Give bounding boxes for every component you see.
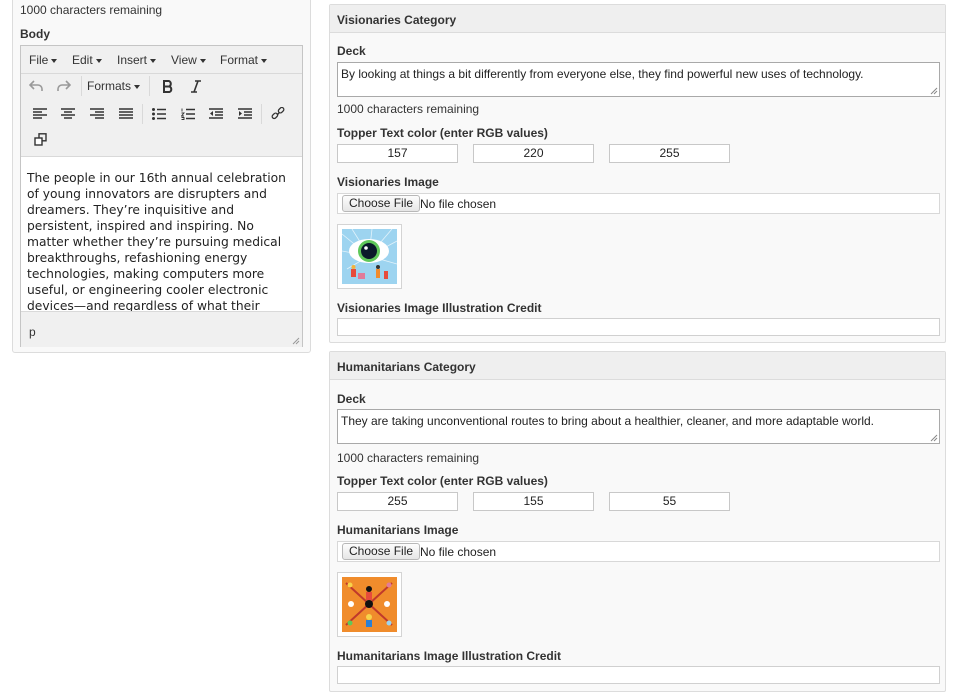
menu-view[interactable]: View	[171, 53, 206, 67]
numbered-list-button[interactable]	[177, 103, 199, 125]
italic-button[interactable]	[185, 75, 207, 97]
visionaries-color-label: Topper Text color (enter RGB values)	[337, 126, 548, 140]
redo-icon	[57, 80, 71, 91]
humanitarians-green-input[interactable]: 155	[473, 492, 594, 511]
humanitarians-panel: Humanitarians Category Deck They are tak…	[329, 351, 946, 692]
element-path[interactable]: p	[29, 325, 36, 339]
humanitarians-color-label: Topper Text color (enter RGB values)	[337, 474, 548, 488]
align-right-icon	[90, 108, 104, 119]
undo-button[interactable]	[25, 75, 47, 97]
undo-icon	[29, 80, 43, 91]
rich-text-editor: File Edit Insert View Format Formats The…	[20, 45, 303, 347]
humanitarians-header: Humanitarians Category	[330, 352, 945, 380]
chars-remaining-text: 1000 characters remaining	[20, 3, 163, 17]
visionaries-chars-remaining: 1000 characters remaining	[337, 102, 480, 116]
indent-button[interactable]	[234, 103, 256, 125]
people-illustration-icon	[342, 577, 397, 632]
humanitarians-file-input: Choose File No file chosen	[337, 541, 940, 562]
visionaries-red-input[interactable]: 157	[337, 144, 458, 163]
align-center-icon	[61, 108, 75, 119]
link-icon	[271, 107, 285, 120]
bullet-list-icon	[152, 108, 166, 120]
visionaries-file-input: Choose File No file chosen	[337, 193, 940, 214]
visionaries-image-thumbnail[interactable]	[337, 224, 402, 289]
menu-format[interactable]: Format	[220, 53, 268, 67]
align-center-button[interactable]	[57, 103, 79, 125]
visionaries-credit-input[interactable]	[337, 318, 940, 336]
humanitarians-title: Humanitarians Category	[337, 360, 476, 374]
visionaries-green-input[interactable]: 220	[473, 144, 594, 163]
resize-handle-icon[interactable]	[290, 335, 300, 345]
indent-icon	[238, 108, 252, 119]
visionaries-credit-label: Visionaries Image Illustration Credit	[337, 301, 542, 315]
textarea-resize-icon[interactable]	[930, 434, 938, 442]
fullscreen-button[interactable]	[29, 128, 51, 150]
visionaries-no-file-text: No file chosen	[420, 197, 497, 211]
align-right-button[interactable]	[86, 103, 108, 125]
humanitarians-image-label: Humanitarians Image	[337, 523, 459, 537]
menu-file[interactable]: File	[29, 53, 58, 67]
numbered-list-icon	[181, 108, 195, 120]
humanitarians-credit-input[interactable]	[337, 666, 940, 684]
visionaries-blue-input[interactable]: 255	[609, 144, 730, 163]
bullet-list-button[interactable]	[148, 103, 170, 125]
bold-icon	[163, 79, 173, 93]
visionaries-title: Visionaries Category	[337, 13, 457, 27]
outdent-button[interactable]	[205, 103, 227, 125]
eye-illustration-icon	[341, 228, 398, 284]
align-justify-icon	[119, 108, 133, 119]
humanitarians-no-file-text: No file chosen	[420, 545, 497, 559]
humanitarians-chars-remaining: 1000 characters remaining	[337, 451, 480, 465]
redo-button[interactable]	[53, 75, 75, 97]
visionaries-panel: Visionaries Category Deck By looking at …	[329, 4, 946, 343]
humanitarians-red-input[interactable]: 255	[337, 492, 458, 511]
humanitarians-credit-label: Humanitarians Image Illustration Credit	[337, 649, 562, 663]
body-text[interactable]: The people in our 16th annual celebratio…	[27, 170, 299, 311]
align-justify-button[interactable]	[115, 103, 137, 125]
humanitarians-deck-label: Deck	[337, 392, 366, 406]
visionaries-image-label: Visionaries Image	[337, 175, 439, 189]
humanitarians-blue-input[interactable]: 55	[609, 492, 730, 511]
editor-content-area[interactable]: The people in our 16th annual celebratio…	[21, 156, 302, 312]
menu-edit[interactable]: Edit	[72, 53, 102, 67]
align-left-button[interactable]	[29, 103, 51, 125]
body-label: Body	[20, 27, 50, 41]
textarea-resize-icon[interactable]	[930, 87, 938, 95]
visionaries-deck-label: Deck	[337, 44, 366, 58]
body-field-panel: 1000 characters remaining Body File Edit…	[12, 0, 311, 353]
bold-button[interactable]	[157, 75, 179, 97]
humanitarians-choose-file-button[interactable]: Choose File	[342, 543, 421, 560]
humanitarians-image-thumbnail[interactable]	[337, 572, 402, 637]
editor-menubar: File Edit Insert View Format	[21, 46, 302, 74]
formats-dropdown[interactable]: Formats	[87, 79, 141, 93]
editor-statusbar: p	[21, 313, 302, 347]
menu-insert[interactable]: Insert	[117, 53, 157, 67]
source-code-icon	[33, 132, 47, 146]
link-button[interactable]	[267, 103, 289, 125]
align-left-icon	[33, 108, 47, 119]
humanitarians-deck-textarea[interactable]: They are taking unconventional routes to…	[337, 409, 940, 444]
italic-icon	[191, 79, 201, 93]
visionaries-deck-textarea[interactable]: By looking at things a bit differently f…	[337, 62, 940, 97]
visionaries-header: Visionaries Category	[330, 5, 945, 33]
visionaries-choose-file-button[interactable]: Choose File	[342, 195, 421, 212]
outdent-icon	[209, 108, 223, 119]
